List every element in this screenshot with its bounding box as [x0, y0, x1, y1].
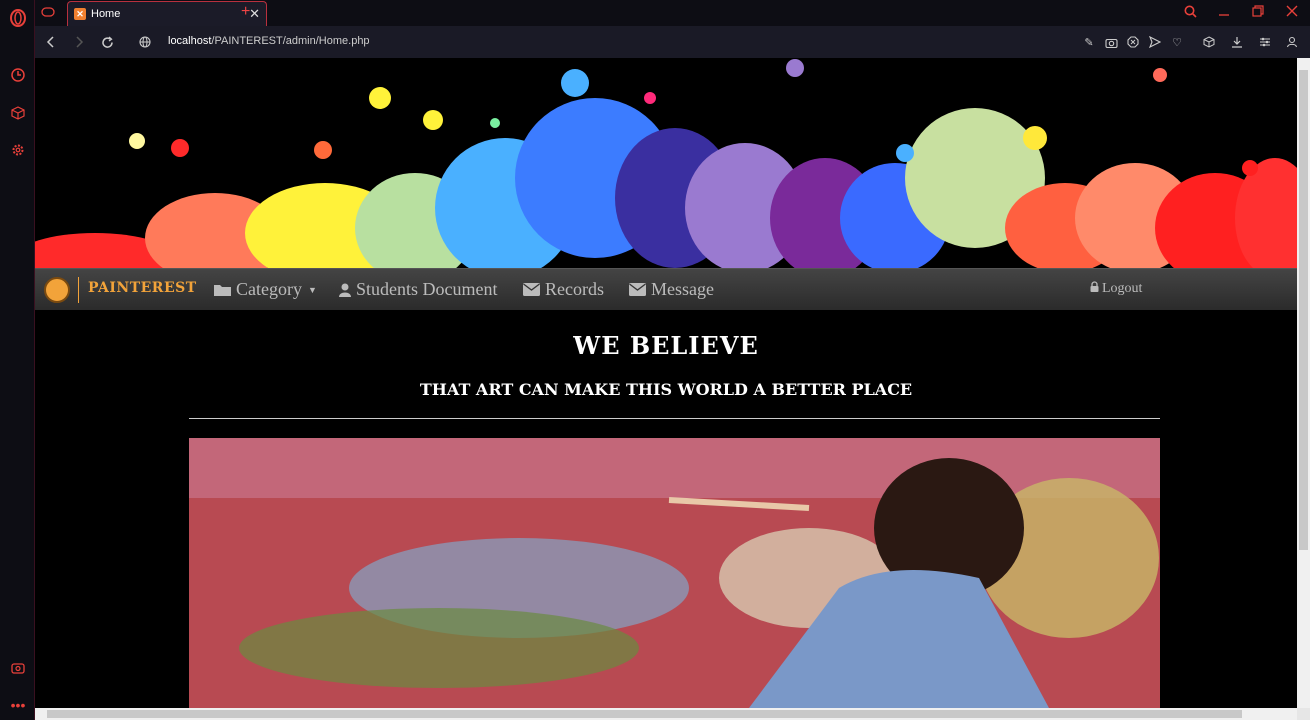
opera-logo-icon[interactable] [8, 8, 28, 28]
main-navbar: PAINTEREST Category ▼ Students Document … [35, 268, 1297, 310]
lock-icon [1090, 281, 1099, 297]
tab-bar: ✕ Home ✕ + [35, 0, 1310, 26]
chevron-down-icon: ▼ [307, 284, 317, 295]
easy-setup-icon[interactable] [1258, 35, 1272, 49]
folder-icon [213, 283, 231, 297]
horizontal-scrollbar[interactable] [35, 708, 1297, 720]
settings-icon[interactable] [8, 140, 28, 160]
web-page: PAINTEREST Category ▼ Students Document … [35, 58, 1297, 708]
reload-icon[interactable] [99, 34, 115, 50]
back-icon[interactable] [43, 34, 59, 50]
nav-records[interactable]: Records [522, 279, 604, 300]
nav-students-document-label: Students Document [356, 279, 498, 299]
nav-message-label: Message [651, 279, 714, 299]
profile-icon[interactable] [1285, 35, 1299, 49]
brand-logo-icon[interactable] [44, 277, 70, 303]
nav-message[interactable]: Message [628, 279, 714, 300]
cube-icon[interactable] [8, 103, 28, 123]
brand-name[interactable]: PAINTEREST [88, 280, 197, 296]
tab-title: Home [91, 8, 121, 20]
user-icon [338, 283, 351, 297]
close-window-icon[interactable] [1285, 4, 1299, 18]
brand-divider [78, 277, 79, 303]
painting-photo [189, 438, 1160, 708]
browser-sidebar: ••• [0, 0, 35, 720]
download-icon[interactable] [1230, 35, 1244, 49]
search-icon[interactable] [1183, 4, 1197, 18]
scrollbar-corner [1297, 708, 1310, 720]
url-path: /PAINTEREST/admin/Home.php [211, 35, 370, 47]
xampp-favicon-icon: ✕ [74, 8, 86, 20]
heart-icon[interactable]: ♡ [1170, 35, 1184, 49]
url-host: localhost [168, 35, 212, 47]
camera-icon[interactable] [1104, 35, 1118, 49]
logout-label: Logout [1102, 281, 1143, 296]
address-bar: localhost/PAINTEREST/admin/Home.php ✎ ♡ [35, 26, 1310, 58]
logout-link[interactable]: Logout [1090, 281, 1142, 297]
forward-icon[interactable] [71, 34, 87, 50]
horizontal-scroll-thumb[interactable] [47, 710, 1242, 718]
nav-records-label: Records [545, 279, 604, 299]
envelope-icon [628, 283, 646, 297]
gamepad-icon[interactable] [41, 5, 55, 19]
extension-icon[interactable] [8, 658, 28, 678]
envelope-icon [522, 283, 540, 297]
vertical-scroll-thumb[interactable] [1299, 70, 1308, 550]
tab-home[interactable]: ✕ Home ✕ [67, 1, 267, 26]
page-subheadline: THAT ART CAN MAKE THIS WORLD A BETTER PL… [419, 380, 913, 399]
new-tab-icon[interactable]: + [241, 3, 250, 21]
restore-icon[interactable] [1251, 4, 1265, 18]
vertical-scrollbar[interactable] [1297, 58, 1310, 708]
tab-close-icon[interactable]: ✕ [249, 6, 260, 22]
nav-category[interactable]: Category ▼ [213, 279, 317, 300]
edit-icon[interactable]: ✎ [1082, 35, 1096, 49]
nav-students-document[interactable]: Students Document [338, 279, 498, 300]
nav-category-label: Category [236, 279, 302, 299]
history-icon[interactable] [8, 65, 28, 85]
cube-toolbar-icon[interactable] [1202, 35, 1216, 49]
minimize-icon[interactable] [1217, 4, 1231, 18]
send-icon[interactable] [1148, 35, 1162, 49]
more-icon[interactable]: ••• [8, 695, 28, 715]
adblock-icon[interactable] [1126, 35, 1140, 49]
paint-splash-banner [35, 58, 1297, 268]
globe-icon [137, 34, 153, 50]
divider [189, 418, 1160, 419]
url-field[interactable]: localhost/PAINTEREST/admin/Home.php [168, 35, 370, 47]
page-headline: WE BELIEVE [573, 331, 759, 360]
